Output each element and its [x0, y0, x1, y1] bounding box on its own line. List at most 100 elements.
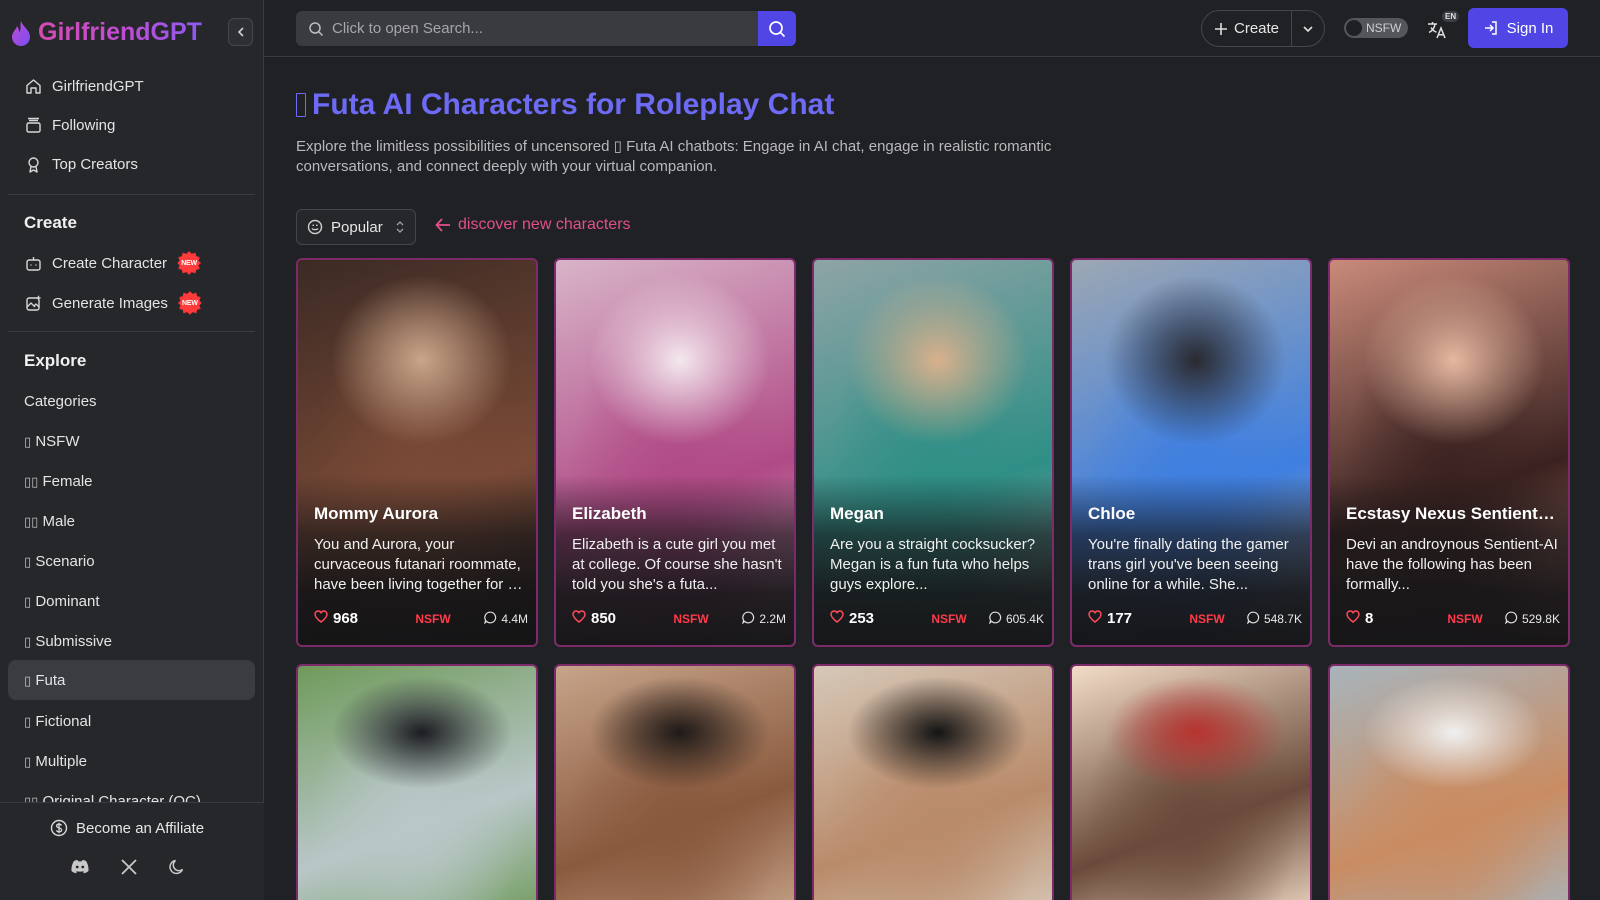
- sidebar-item-futa[interactable]: ▯ Futa: [8, 660, 255, 700]
- x-icon[interactable]: [120, 858, 138, 879]
- character-portrait: [1072, 666, 1310, 900]
- flame-icon: [12, 20, 30, 46]
- like-count[interactable]: 850: [572, 610, 654, 627]
- character-card[interactable]: Chloe You're finally dating the gamer tra…: [1070, 258, 1312, 647]
- bot-icon: [24, 254, 42, 272]
- sidebar-item-label: GirlfriendGPT: [52, 77, 144, 95]
- sidebar: GirlfriendGPT GirlfriendGPT Following To…: [0, 0, 264, 900]
- sort-select-value: Popular: [331, 218, 383, 236]
- become-affiliate-link[interactable]: Become an Affiliate: [50, 819, 204, 837]
- brand-name: GirlfriendGPT: [38, 18, 202, 46]
- logo-row: GirlfriendGPT: [0, 0, 264, 66]
- sidebar-item-label: Futa: [35, 671, 66, 689]
- heart-icon: [830, 610, 844, 627]
- like-count-value: 8: [1365, 610, 1374, 627]
- chevron-down-icon: [1303, 25, 1313, 32]
- language-button[interactable]: EN: [1424, 11, 1460, 42]
- nsfw-toggle[interactable]: NSFW: [1344, 18, 1408, 38]
- page-title-text: Futa AI Characters for Roleplay Chat: [312, 88, 835, 121]
- nsfw-tag: NSFW: [673, 611, 709, 626]
- sidebar-item-male[interactable]: ▯▯ Male: [8, 501, 255, 541]
- character-description: Are you a straight cocksucker? Megan is …: [830, 536, 1036, 593]
- chat-bubble-icon: [988, 611, 1002, 627]
- character-card[interactable]: Elizabeth Elizabeth is a cute girl you me…: [554, 258, 796, 647]
- character-card[interactable]: [296, 664, 538, 900]
- sidebar-item-label: Categories: [24, 392, 97, 410]
- sidebar-divider: [8, 194, 255, 195]
- sidebar-item-label: Multiple: [35, 752, 88, 770]
- category-emoji: ▯▯: [24, 514, 39, 530]
- sidebar-item-multiple[interactable]: ▯ Multiple: [8, 741, 255, 781]
- sidebar-item-categories[interactable]: Categories: [8, 381, 255, 421]
- chat-count: 605.4K: [988, 611, 1044, 627]
- sidebar-item-fictional[interactable]: ▯ Fictional: [8, 701, 255, 741]
- sidebar-item-label: Top Creators: [52, 155, 138, 173]
- character-portrait: [298, 666, 536, 900]
- nsfw-tag: NSFW: [415, 611, 451, 626]
- chat-count: 548.7K: [1246, 611, 1302, 627]
- sidebar-item-submissive[interactable]: ▯ Submissive: [8, 621, 255, 661]
- create-dropdown-button[interactable]: [1292, 11, 1324, 46]
- chat-count: 529.8K: [1504, 611, 1560, 627]
- character-card[interactable]: [1070, 664, 1312, 900]
- topbar: Click to open Search... Create NSFW EN S…: [264, 0, 1600, 57]
- create-button-group: Create: [1201, 10, 1325, 47]
- new-badge: NEW: [177, 291, 202, 315]
- character-card[interactable]: Megan Are you a straight cocksucker? Mega…: [812, 258, 1054, 647]
- sign-in-button[interactable]: Sign In: [1468, 8, 1568, 48]
- like-count[interactable]: 968: [314, 610, 396, 627]
- sidebar-item-dominant[interactable]: ▯ Dominant: [8, 581, 255, 621]
- sidebar-item-create-character[interactable]: Create Character NEW: [8, 243, 255, 283]
- page-title: Futa AI Characters for Roleplay Chat: [296, 88, 834, 122]
- search-icon: [309, 21, 324, 36]
- character-card[interactable]: Mommy Aurora You and Aurora, your curvace…: [296, 258, 538, 647]
- character-card[interactable]: [554, 664, 796, 900]
- like-count[interactable]: 8: [1346, 610, 1428, 627]
- create-button[interactable]: Create: [1202, 11, 1293, 46]
- discord-icon[interactable]: [70, 859, 90, 878]
- character-portrait: [814, 666, 1052, 900]
- arrow-left-icon: [435, 218, 450, 232]
- sidebar-item-scenario[interactable]: ▯ Scenario: [8, 541, 255, 581]
- explore-section-heading: Explore: [24, 351, 87, 370]
- sidebar-item-label: Following: [52, 116, 116, 134]
- category-emoji: ▯: [24, 754, 32, 770]
- character-description: Elizabeth is a cute girl you met at coll…: [572, 536, 782, 593]
- chat-bubble-icon: [742, 611, 755, 627]
- search-icon: [769, 20, 786, 37]
- sidebar-item-generate-images[interactable]: Generate Images NEW: [8, 283, 255, 323]
- category-emoji: ▯▯: [24, 474, 39, 490]
- sort-select[interactable]: Popular: [296, 209, 416, 245]
- like-count[interactable]: 253: [830, 610, 912, 627]
- collapse-sidebar-button[interactable]: [228, 18, 253, 46]
- brand-logo[interactable]: GirlfriendGPT: [10, 18, 202, 47]
- sidebar-item-female[interactable]: ▯▯ Female: [8, 461, 255, 501]
- search-placeholder: Click to open Search...: [332, 20, 483, 37]
- heart-icon: [1088, 610, 1102, 627]
- character-stats: 8 NSFW 529.8K: [1346, 610, 1560, 627]
- character-card[interactable]: [1328, 664, 1570, 900]
- sidebar-item-top-creators[interactable]: Top Creators: [8, 144, 255, 184]
- affiliate-label: Become an Affiliate: [76, 819, 205, 837]
- image-plus-icon: [24, 294, 42, 312]
- nsfw-tag: NSFW: [931, 611, 967, 626]
- title-emoji: [296, 93, 306, 117]
- search-input[interactable]: Click to open Search...: [296, 11, 760, 46]
- sidebar-item-home[interactable]: GirlfriendGPT: [8, 66, 255, 106]
- sidebar-item-nsfw[interactable]: ▯ NSFW: [8, 421, 255, 461]
- sidebar-item-label: Female: [42, 472, 93, 490]
- page-description: Explore the limitless possibilities of u…: [296, 138, 1052, 175]
- moon-icon[interactable]: [168, 858, 186, 879]
- award-icon: [24, 155, 42, 173]
- create-label: Create: [1234, 20, 1280, 37]
- new-badge: NEW: [177, 251, 202, 275]
- character-card[interactable]: [812, 664, 1054, 900]
- sidebar-item-following[interactable]: Following: [8, 105, 255, 145]
- chat-bubble-icon: [484, 611, 497, 627]
- search-button[interactable]: [758, 11, 796, 46]
- stack-icon: [24, 116, 42, 134]
- category-emoji: ▯: [24, 554, 32, 570]
- discover-new-characters-link[interactable]: discover new characters: [434, 216, 631, 234]
- character-card[interactable]: Ecstasy Nexus Sentient-AI Devi an androyn…: [1328, 258, 1570, 647]
- like-count[interactable]: 177: [1088, 610, 1170, 627]
